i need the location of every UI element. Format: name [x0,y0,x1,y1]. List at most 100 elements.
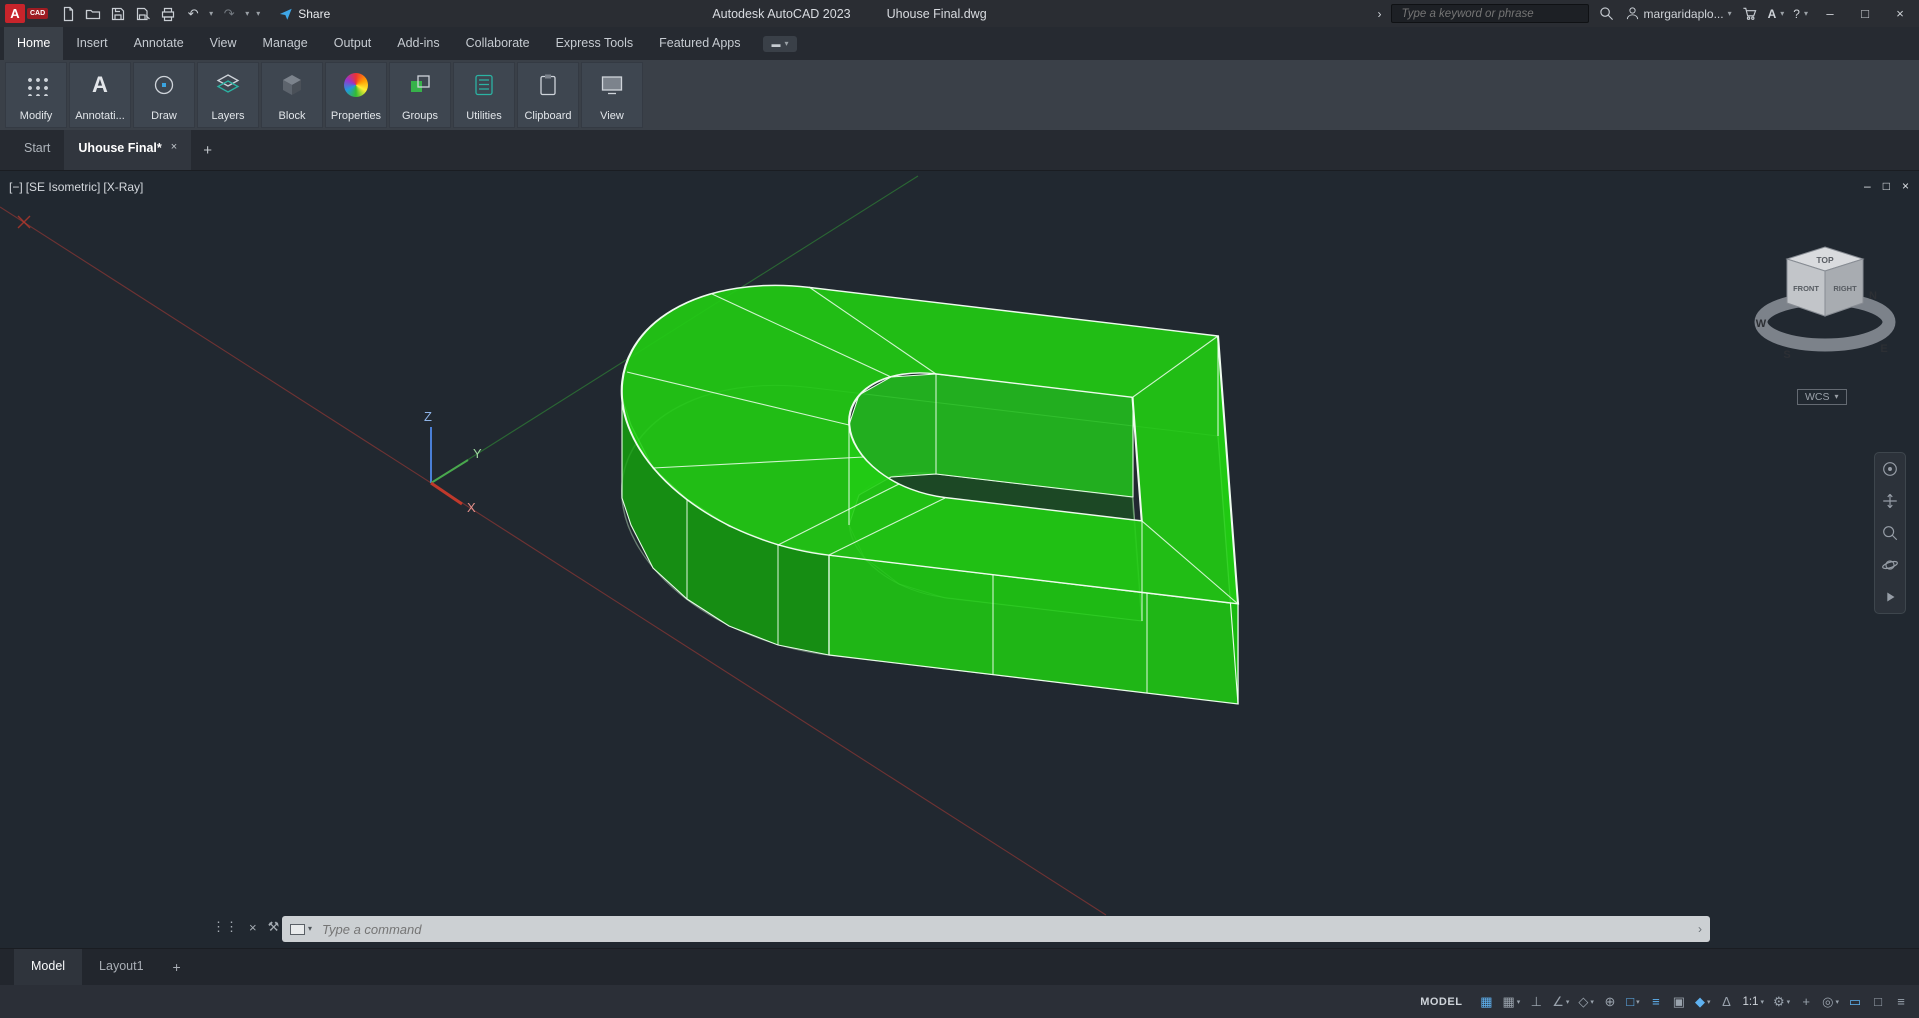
model-scene: Z Y X W S E N TOP FRONT RIGHT [0,171,1919,948]
window-minimize-button[interactable]: – [1817,6,1843,21]
file-tab-close-icon[interactable]: × [171,141,177,153]
viewport-restore-button[interactable]: □ [1883,179,1890,193]
save-as-button[interactable] [134,5,152,23]
app-store-button[interactable] [1741,5,1759,23]
window-restore-button[interactable]: □ [1852,6,1878,21]
tab-collaborate[interactable]: Collaborate [453,27,543,60]
show-motion-button[interactable] [1880,587,1900,607]
redo-button[interactable]: ↷ [220,5,238,23]
lineweight-toggle[interactable]: ≡ [1646,991,1666,1013]
annotation-scale-button[interactable]: 1:1▾ [1739,991,1767,1013]
qat-customize-dropdown[interactable]: ▾ [256,10,260,18]
ribbon-panel-groups[interactable]: Groups [389,62,451,128]
ribbon-display-toggle[interactable]: ▬ ▾ [763,36,796,52]
ribbon-panel-modify[interactable]: Modify [5,62,67,128]
isolate-objects-button[interactable]: ◎▾ [1819,991,1842,1013]
ribbon-panel-draw[interactable]: Draw [133,62,195,128]
graphics-performance-button[interactable]: ▭ [1845,991,1865,1013]
tab-output[interactable]: Output [321,27,385,60]
compass-east-label[interactable]: E [1880,343,1887,355]
file-tab-uhouse-final[interactable]: Uhouse Final* × [64,130,191,170]
object-snap-3d-toggle[interactable]: ◆▾ [1692,991,1714,1013]
command-expand-chevron-icon[interactable]: › [1698,922,1702,936]
new-file-button[interactable] [59,5,77,23]
viewport-visual-style-control[interactable]: [X-Ray] [102,180,144,194]
quick-properties-button[interactable]: + [1796,991,1816,1013]
viewport-minimize-control[interactable]: [−] [8,180,24,194]
recent-commands-button[interactable]: ▾ [290,924,312,935]
customization-button[interactable]: ≡ [1891,991,1911,1013]
model-tab[interactable]: Model [14,949,82,985]
uhouse-3d-model[interactable] [612,264,1238,704]
search-button[interactable] [1598,5,1616,23]
drawing-area[interactable]: Z Y X W S E N TOP FRONT RIGHT [0,171,1919,948]
selection-cycling-toggle[interactable]: ▣ [1669,991,1689,1013]
app-menu-button[interactable]: A CAD [5,4,48,23]
search-box[interactable] [1391,4,1589,23]
command-close-icon[interactable]: × [249,920,257,935]
file-tab-start[interactable]: Start [10,130,64,170]
view-cube[interactable]: W S E N TOP FRONT RIGHT [1756,247,1889,361]
command-drag-grip[interactable]: ⋮⋮ [212,919,238,935]
new-layout-button[interactable]: + [161,959,193,975]
plot-button[interactable] [159,5,177,23]
undo-dropdown[interactable]: ▾ [209,10,213,18]
object-snap-tracking-toggle[interactable]: ⊕ [1600,991,1620,1013]
layout1-tab[interactable]: Layout1 [82,949,160,985]
tab-manage[interactable]: Manage [250,27,321,60]
ribbon-panel-view[interactable]: View [581,62,643,128]
compass-south-label[interactable]: S [1783,349,1790,361]
ribbon-panel-clipboard[interactable]: Clipboard [517,62,579,128]
object-snap-toggle[interactable]: □▾ [1623,991,1643,1013]
search-input[interactable] [1400,7,1580,21]
snap-mode-toggle[interactable]: ▦▾ [1499,991,1523,1013]
share-button[interactable]: Share [279,7,330,21]
tab-home[interactable]: Home [4,27,63,60]
grid-display-toggle[interactable]: ▦ [1476,991,1496,1013]
tab-annotate[interactable]: Annotate [121,27,197,60]
tab-add-ins[interactable]: Add-ins [384,27,452,60]
ribbon-panel-utilities[interactable]: Utilities [453,62,515,128]
isometric-drafting-toggle[interactable]: ◇▾ [1575,991,1597,1013]
polar-tracking-toggle[interactable]: ∠▾ [1549,991,1572,1013]
clean-screen-button[interactable]: □ [1868,991,1888,1013]
viewport-minimize-button[interactable]: – [1864,179,1871,193]
zoom-button[interactable] [1880,523,1900,543]
ribbon-panel-properties[interactable]: Properties [325,62,387,128]
account-menu[interactable]: margaridaplo... ▾ [1625,6,1732,21]
ribbon-panel-layers[interactable]: Layers [197,62,259,128]
ucs-icon[interactable]: Z Y X [424,409,482,515]
command-input[interactable] [320,921,1690,938]
command-line[interactable]: ▾ › [282,916,1710,942]
redo-dropdown[interactable]: ▾ [245,10,249,18]
wcs-dropdown[interactable]: WCS ▾ [1797,389,1847,405]
full-navigation-wheel-button[interactable] [1880,459,1900,479]
dynamic-ucs-toggle[interactable]: Δ [1716,991,1736,1013]
viewport-view-control[interactable]: [SE Isometric] [25,180,102,194]
autodesk-apps-menu[interactable]: A ▾ [1768,7,1785,21]
help-menu[interactable]: ? ▾ [1793,7,1808,21]
model-space-button[interactable]: MODEL [1417,991,1465,1013]
window-close-button[interactable]: × [1887,6,1913,21]
open-file-button[interactable] [84,5,102,23]
ortho-mode-toggle[interactable]: ⊥ [1526,991,1546,1013]
save-button[interactable] [109,5,127,23]
panel-label: Properties [331,110,381,122]
compass-north-label[interactable]: N [1869,290,1877,302]
tab-insert[interactable]: Insert [63,27,120,60]
command-customize-wrench-icon[interactable]: ⚒ [268,919,280,935]
undo-button[interactable]: ↶ [184,5,202,23]
new-drawing-tab-button[interactable]: + [191,142,224,159]
orbit-button[interactable] [1880,555,1900,575]
compass-west-label[interactable]: W [1756,318,1767,330]
pan-button[interactable] [1880,491,1900,511]
ribbon-panel-block[interactable]: Block [261,62,323,128]
workspace-switching-button[interactable]: ⚙▾ [1770,991,1793,1013]
tab-featured-apps[interactable]: Featured Apps [646,27,753,60]
user-icon [1625,6,1640,21]
search-expand-arrow[interactable]: › [1378,7,1382,21]
tab-view[interactable]: View [197,27,250,60]
tab-express-tools[interactable]: Express Tools [543,27,647,60]
ribbon-panel-annotation[interactable]: A Annotati... [69,62,131,128]
viewport-close-button[interactable]: × [1902,179,1909,193]
